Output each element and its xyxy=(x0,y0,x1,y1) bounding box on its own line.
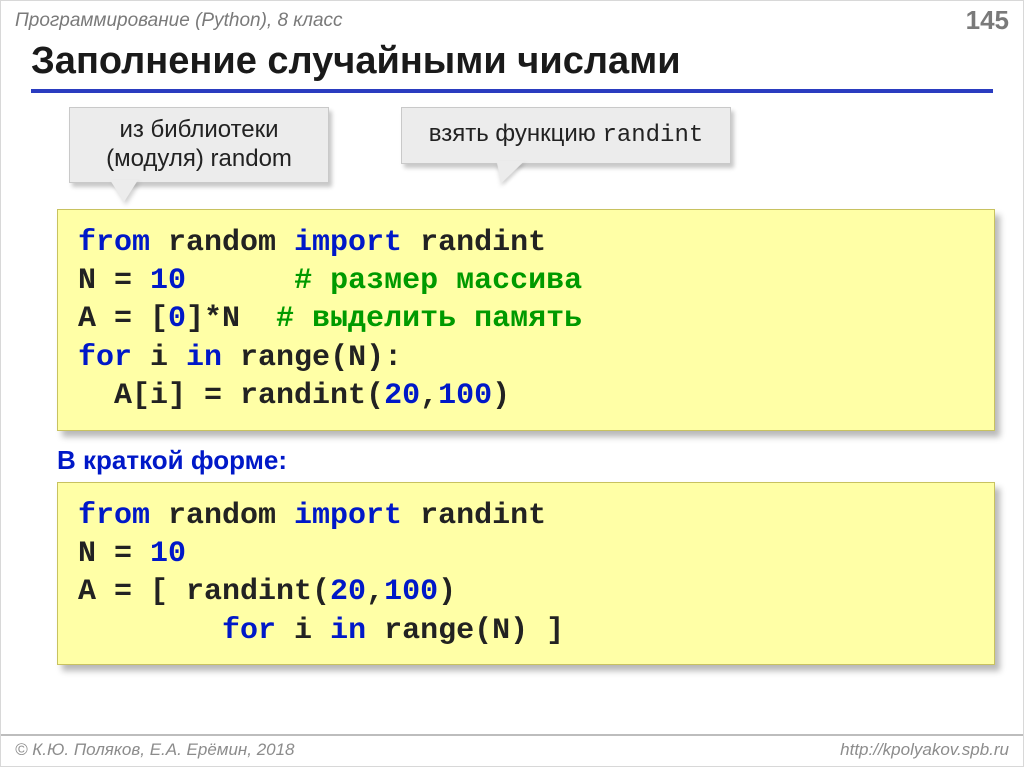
footer: © К.Ю. Поляков, Е.А. Ерёмин, 2018 http:/… xyxy=(1,734,1023,766)
course-label: Программирование (Python), 8 класс xyxy=(15,10,343,32)
tk: range(N) ] xyxy=(366,614,564,648)
slide: Программирование (Python), 8 класс 145 З… xyxy=(0,0,1024,767)
tk: ) xyxy=(438,575,474,609)
callout-text: взять функцию xyxy=(429,120,603,147)
callout-line: (модуля) random xyxy=(88,145,310,174)
num: 20 xyxy=(384,379,420,413)
callout-tail-icon xyxy=(110,180,138,202)
callouts-row: из библиотеки (модуля) random взять функ… xyxy=(69,107,1023,183)
tk: randint xyxy=(402,226,546,260)
comment: # размер массива xyxy=(294,264,582,298)
subheading: В краткой форме: xyxy=(57,445,1023,476)
tk: A = [ randint( xyxy=(78,575,330,609)
kw: from xyxy=(78,499,150,533)
num: 20 xyxy=(330,575,366,609)
title-wrap: Заполнение случайными числами xyxy=(1,40,1023,93)
num: 100 xyxy=(438,379,492,413)
tk: N = xyxy=(78,537,150,571)
page-title: Заполнение случайными числами xyxy=(31,40,993,93)
tk: , xyxy=(420,379,438,413)
code-block-short: from random import randint N = 10 A = [ … xyxy=(57,482,995,666)
kw: from xyxy=(78,226,150,260)
kw: for xyxy=(78,341,132,375)
tk: random xyxy=(150,226,294,260)
tk: , xyxy=(366,575,384,609)
num: 100 xyxy=(384,575,438,609)
tk: random xyxy=(150,499,294,533)
tk: ]*N xyxy=(186,302,276,336)
code-block-full: from random import randint N = 10 # разм… xyxy=(57,209,995,431)
tk xyxy=(186,264,294,298)
num: 0 xyxy=(168,302,186,336)
tk: A[i] = randint( xyxy=(78,379,384,413)
top-bar: Программирование (Python), 8 класс 145 xyxy=(1,1,1023,38)
tk: i xyxy=(132,341,186,375)
callout-line: из библиотеки xyxy=(88,116,310,145)
callout-function: взять функцию randint xyxy=(401,107,731,164)
tk: range(N): xyxy=(222,341,402,375)
page-number: 145 xyxy=(966,5,1009,36)
callout-tail-icon xyxy=(488,161,525,183)
tk: randint xyxy=(402,499,546,533)
kw: for xyxy=(222,614,276,648)
footer-url: http://kpolyakov.spb.ru xyxy=(840,740,1009,760)
footer-copyright: © К.Ю. Поляков, Е.А. Ерёмин, 2018 xyxy=(15,740,295,760)
tk: A = [ xyxy=(78,302,168,336)
kw: in xyxy=(186,341,222,375)
callout-library: из библиотеки (модуля) random xyxy=(69,107,329,183)
num: 10 xyxy=(150,537,186,571)
tk xyxy=(78,614,222,648)
kw: import xyxy=(294,499,402,533)
comment: # выделить память xyxy=(276,302,582,336)
num: 10 xyxy=(150,264,186,298)
tk: ) xyxy=(492,379,510,413)
callout-mono: randint xyxy=(602,122,703,149)
kw: in xyxy=(330,614,366,648)
tk: N = xyxy=(78,264,150,298)
tk: i xyxy=(276,614,330,648)
kw: import xyxy=(294,226,402,260)
